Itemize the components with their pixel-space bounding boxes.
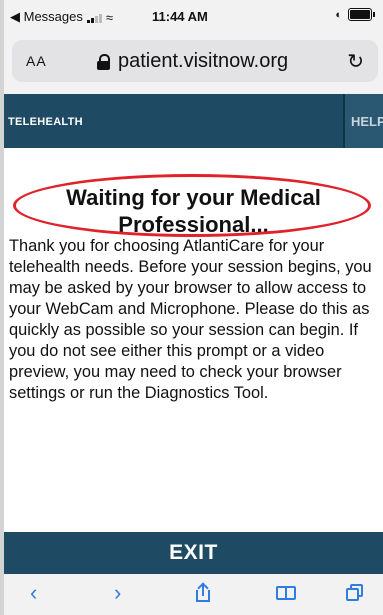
battery-icon: [348, 8, 372, 21]
orientation-lock-icon: ◐: [335, 8, 342, 21]
web-page: TELEHEALTH HELP Waiting for your Medical…: [4, 94, 383, 615]
safari-toolbar: ‹ ›: [4, 574, 383, 615]
reload-icon[interactable]: ↻: [347, 49, 364, 74]
status-time: 11:44 AM: [152, 9, 208, 24]
address-bar[interactable]: AA patient.visitnow.org ↻: [12, 40, 378, 82]
exit-button[interactable]: EXIT: [4, 532, 383, 574]
help-label: HELP: [351, 114, 383, 129]
help-button[interactable]: HELP: [343, 94, 383, 148]
forward-chevron-icon[interactable]: ›: [114, 580, 121, 606]
wifi-icon: ≈: [105, 9, 113, 25]
status-left: ◀ Messages ≈: [10, 9, 113, 25]
cellular-signal-icon: [86, 12, 102, 23]
url-text: patient.visitnow.org: [118, 50, 289, 72]
bookmarks-icon[interactable]: [276, 586, 296, 600]
tabs-icon[interactable]: [346, 584, 364, 602]
exit-label: EXIT: [169, 541, 218, 564]
lock-icon: [97, 53, 110, 70]
status-bar: ◀ Messages ≈ 11:44 AM ◐: [4, 0, 383, 30]
phone-screen: ◀ Messages ≈ 11:44 AM ◐ AA patient.visit…: [4, 0, 383, 615]
instructions-text: Thank you for choosing AtlantiCare for y…: [9, 237, 372, 402]
url-display[interactable]: patient.visitnow.org: [97, 50, 288, 73]
main-content: Waiting for your Medical Professional...…: [4, 148, 383, 554]
telehealth-tab[interactable]: TELEHEALTH: [8, 116, 83, 128]
text-size-button[interactable]: AA: [26, 53, 47, 69]
red-highlight-ellipse: [13, 174, 371, 237]
share-icon[interactable]: [196, 582, 210, 602]
back-to-messages[interactable]: ◀ Messages: [10, 9, 83, 25]
top-nav: TELEHEALTH HELP: [4, 94, 383, 148]
battery-tip: [373, 12, 375, 17]
back-chevron-icon[interactable]: ‹: [30, 580, 37, 606]
status-right: ◐: [335, 8, 375, 21]
